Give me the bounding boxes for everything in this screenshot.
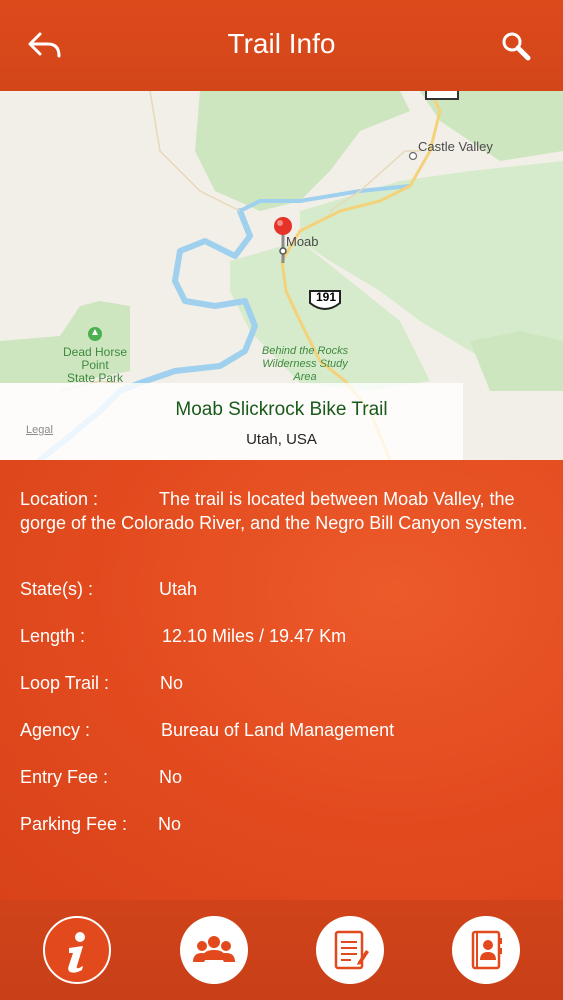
page-title: Trail Info — [227, 28, 336, 59]
trail-map[interactable]: Castle Valley Moab 191 Dead Horse Point … — [0, 91, 563, 460]
group-icon — [193, 936, 235, 962]
loop-value: No — [160, 673, 184, 693]
info-icon — [68, 932, 85, 973]
bottom-tab-bar — [0, 900, 563, 1000]
route-191-label: 191 — [315, 290, 337, 304]
park-label: Dead Horse Point State Park — [62, 345, 128, 385]
agency-value: Bureau of Land Management — [161, 720, 395, 740]
trail-location: Utah, USA — [246, 431, 317, 448]
location-label: Location : — [20, 489, 99, 509]
search-button[interactable] — [498, 28, 538, 64]
tab-notes[interactable] — [316, 916, 384, 984]
notepad-icon — [334, 930, 369, 970]
length-label: Length : — [20, 626, 86, 646]
location-row: Location : The trail is located between M… — [20, 487, 540, 535]
tab-info[interactable] — [43, 916, 111, 984]
entry-fee-value: No — [159, 767, 183, 787]
place-moab: Moab — [286, 234, 319, 249]
trail-callout[interactable]: Moab Slickrock Bike Trail Utah, USA — [0, 383, 463, 460]
contact-book-icon — [471, 930, 502, 970]
length-value: 12.10 Miles / 19.47 Km — [162, 626, 347, 646]
agency-label: Agency : — [20, 720, 91, 740]
parking-fee-value: No — [158, 814, 182, 834]
search-icon — [502, 32, 531, 61]
place-castle-valley: Castle Valley — [418, 139, 493, 154]
header-bar: Trail Info — [0, 0, 563, 91]
trail-details: Location : The trail is located between M… — [0, 460, 563, 900]
tab-group[interactable] — [180, 916, 248, 984]
parking-fee-label: Parking Fee : — [20, 814, 128, 834]
states-value: Utah — [159, 579, 198, 599]
legal-link[interactable]: Legal — [26, 424, 53, 436]
loop-label: Loop Trail : — [20, 673, 110, 693]
entry-fee-label: Entry Fee : — [20, 767, 109, 787]
tab-contacts[interactable] — [452, 916, 520, 984]
states-label: State(s) : — [20, 579, 94, 599]
trail-name: Moab Slickrock Bike Trail — [175, 399, 388, 420]
wilderness-label: Behind the Rocks Wilderness Study Area — [261, 345, 349, 383]
